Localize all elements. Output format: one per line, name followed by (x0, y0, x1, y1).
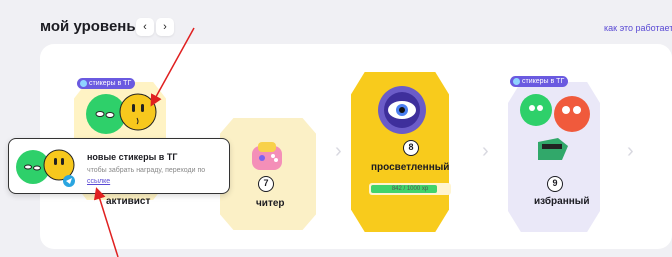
stickers-tg-tag: стикеры в ТГ (510, 76, 569, 87)
prev-button[interactable]: ‹ (136, 18, 154, 36)
chevron-right-icon: › (627, 140, 634, 162)
chevron-right-icon: › (163, 21, 167, 33)
tooltip-description: чтобы забрать награду, переходи по (87, 167, 206, 174)
header: мой уровень ‹ › как это работает (0, 0, 672, 40)
progress-text: 842 / 1000 хр (391, 186, 429, 192)
tooltip-title: новые стикеры в ТГ (87, 152, 178, 162)
tooltip-link[interactable]: ссылке (87, 178, 110, 185)
level-name-enlightened: просветленный (371, 162, 450, 173)
stickers-tooltip: новые стикеры в ТГ чтобы забрать награду… (8, 138, 230, 194)
level-number-badge: 9 (547, 176, 563, 192)
sticker-faces-icon (16, 149, 75, 187)
next-button[interactable]: › (156, 18, 174, 36)
level-progress-bar: 842 / 1000 хр (369, 183, 451, 195)
page-title: мой уровень (40, 18, 136, 35)
how-it-works-link[interactable]: как это работает (604, 23, 672, 33)
level-number-badge: 7 (258, 176, 274, 192)
chevron-left-icon: ‹ (143, 21, 147, 33)
stickers-tg-tag: стикеры в ТГ (77, 78, 136, 89)
level-number-badge: 8 (403, 140, 419, 156)
level-name-activist: активист (106, 196, 151, 207)
level-name-cheater: читер (256, 198, 285, 209)
eye-creature-icon (378, 86, 426, 134)
gamepad-character-icon (252, 142, 282, 170)
level-name-chosen: избранный (534, 196, 590, 207)
chevron-right-icon: › (335, 140, 342, 162)
chevron-right-icon: › (482, 140, 489, 162)
sticker-pack-icon (520, 94, 590, 160)
